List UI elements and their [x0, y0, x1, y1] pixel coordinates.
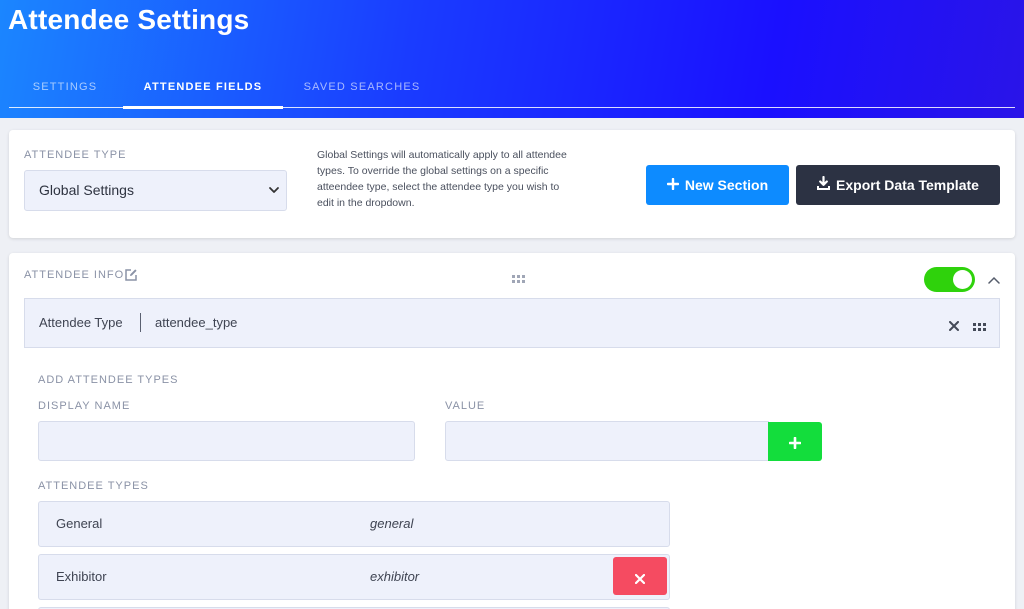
toggle-knob	[953, 270, 972, 289]
field-label: Attendee Type	[39, 315, 123, 330]
export-data-template-label: Export Data Template	[836, 177, 979, 193]
list-item: General general	[38, 501, 670, 547]
edit-icon[interactable]	[124, 268, 138, 287]
add-types-title: ADD ATTENDEE TYPES	[38, 374, 179, 386]
attendee-type-selected: Global Settings	[39, 182, 134, 198]
section-title: ATTENDEE INFO	[24, 269, 125, 281]
drag-handle-icon[interactable]	[512, 271, 525, 289]
download-icon	[817, 165, 831, 205]
value-input[interactable]	[445, 421, 769, 461]
new-section-button[interactable]: New Section	[646, 165, 789, 205]
attendee-info-section: ATTENDEE INFO Attendee Type attendee_typ…	[9, 253, 1015, 609]
new-section-label: New Section	[684, 177, 769, 193]
attendee-type-label: ATTENDEE TYPE	[24, 149, 127, 161]
tab-saved-searches[interactable]: SAVED SEARCHES	[285, 70, 439, 107]
tab-attendee-fields[interactable]: ATTENDEE FIELDS	[123, 70, 283, 109]
type-value: exhibitor	[370, 569, 420, 584]
page-title: Attendee Settings	[8, 4, 250, 35]
attendee-type-field-row: Attendee Type attendee_type	[24, 298, 1000, 348]
section-enabled-toggle[interactable]	[924, 267, 975, 292]
page-header: Attendee Settings SETTINGS ATTENDEE FIEL…	[0, 0, 1024, 118]
display-name-label: DISPLAY NAME	[38, 400, 131, 412]
value-label: VALUE	[445, 400, 486, 412]
add-type-button[interactable]	[768, 422, 822, 461]
tab-settings[interactable]: SETTINGS	[9, 70, 121, 107]
field-key: attendee_type	[155, 315, 238, 330]
type-name: General	[56, 516, 103, 531]
tab-bar: SETTINGS ATTENDEE FIELDS SAVED SEARCHES	[9, 70, 1015, 109]
attendee-type-select[interactable]: Global Settings	[24, 170, 287, 211]
attendee-type-description: Global Settings will automatically apply…	[317, 149, 567, 209]
attendee-types-title: ATTENDEE TYPES	[38, 480, 149, 492]
drag-handle-icon[interactable]	[973, 319, 986, 337]
field-divider	[140, 313, 141, 332]
list-item: Exhibitor exhibitor	[38, 554, 670, 600]
chevron-up-icon[interactable]	[988, 271, 1000, 289]
plus-icon	[788, 436, 802, 454]
chevron-down-icon	[266, 171, 282, 210]
attendee-type-card: ATTENDEE TYPE Global Settings Global Set…	[9, 130, 1015, 238]
close-icon[interactable]	[949, 318, 959, 336]
close-icon	[634, 571, 646, 589]
display-name-input[interactable]	[38, 421, 415, 461]
type-name: Exhibitor	[56, 569, 107, 584]
type-value: general	[370, 516, 414, 531]
plus-icon	[666, 165, 680, 205]
export-data-template-button[interactable]: Export Data Template	[796, 165, 1000, 205]
delete-type-button[interactable]	[613, 557, 667, 595]
